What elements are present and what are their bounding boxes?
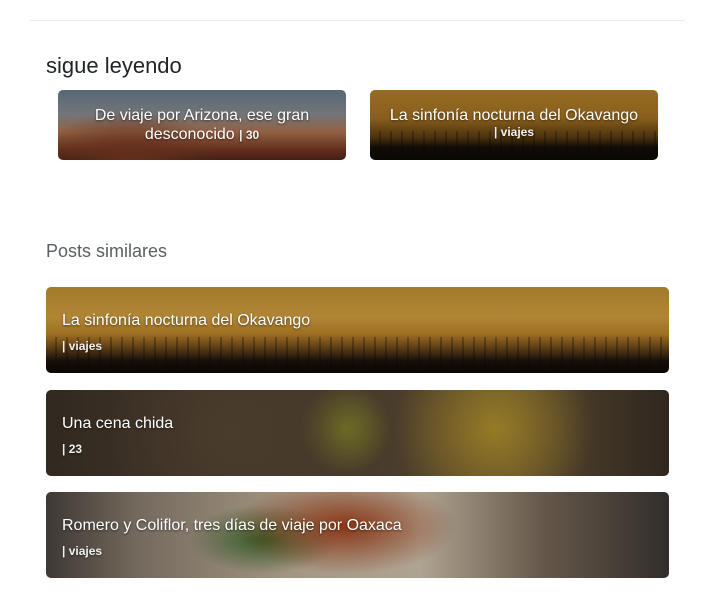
card-title: Una cena chida: [62, 415, 174, 432]
card-caption: Una cena chida | 23: [62, 414, 173, 456]
similar-post-card-oaxaca[interactable]: Romero y Coliflor, tres días de viaje po…: [46, 492, 669, 578]
card-meta: | viajes: [62, 544, 103, 558]
card-title: La sinfonía nocturna del Okavango: [62, 312, 311, 329]
card-meta: | 30: [239, 128, 260, 142]
card-meta: | viajes: [493, 125, 535, 139]
section-heading: sigue leyendo: [46, 53, 182, 78]
card-caption: De viaje por Arizona, ese gran desconoci…: [72, 106, 332, 145]
continue-reading-card-arizona[interactable]: De viaje por Arizona, ese gran desconoci…: [58, 90, 346, 160]
card-title: La sinfonía nocturna del Okavango: [389, 107, 639, 124]
card-caption: La sinfonía nocturna del Okavango | viaj…: [62, 311, 310, 353]
divider: [30, 20, 685, 21]
card-caption: Romero y Coliflor, tres días de viaje po…: [62, 516, 402, 558]
card-meta: | viajes: [62, 339, 103, 353]
card-meta: | 23: [62, 442, 83, 456]
card-caption: La sinfonía nocturna del Okavango | viaj…: [384, 106, 644, 139]
continue-reading-card-okavango[interactable]: La sinfonía nocturna del Okavango | viaj…: [370, 90, 658, 160]
card-title: De viaje por Arizona, ese gran desconoci…: [94, 107, 310, 143]
similar-post-card-okavango[interactable]: La sinfonía nocturna del Okavango | viaj…: [46, 287, 669, 373]
card-title: Romero y Coliflor, tres días de viaje po…: [62, 517, 402, 534]
similar-post-card-cena[interactable]: Una cena chida | 23: [46, 390, 669, 476]
similar-posts-heading: Posts similares: [46, 241, 168, 261]
